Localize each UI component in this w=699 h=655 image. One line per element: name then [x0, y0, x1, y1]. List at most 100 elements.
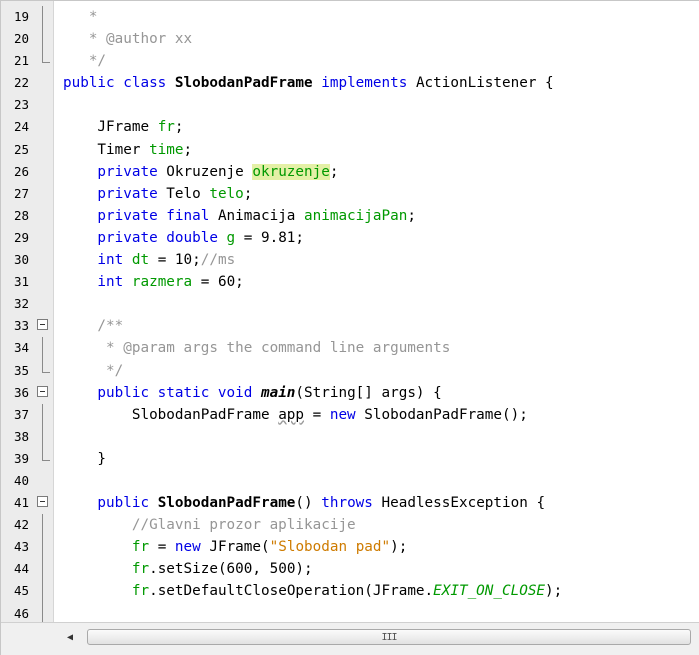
code-line[interactable]: 24 JFrame fr; [1, 116, 699, 138]
code-text[interactable]: } [63, 448, 106, 470]
code-token: HeadlessException { [381, 495, 546, 512]
line-number: 29 [13, 229, 29, 245]
scroll-left-arrow-icon[interactable]: ◀ [61, 630, 79, 646]
code-token: new [174, 539, 210, 556]
code-token: private double [63, 229, 227, 246]
code-text[interactable]: private Okruzenje okruzenje; [63, 161, 338, 183]
scrollbar-thumb[interactable]: III [87, 629, 691, 645]
fold-collapse-icon[interactable] [37, 385, 48, 397]
code-token: /** [63, 318, 124, 335]
code-text[interactable]: JFrame fr; [63, 116, 183, 138]
code-line[interactable]: 21 */ [1, 50, 699, 72]
code-line[interactable]: 19 * [1, 6, 699, 29]
code-token: = 10; [149, 252, 201, 269]
code-line[interactable]: 45 fr.setDefaultCloseOperation(JFrame.EX… [1, 580, 699, 603]
code-text[interactable]: public class SlobodanPadFrame implements… [63, 72, 554, 94]
code-token: int [63, 252, 132, 269]
code-text[interactable]: /** [63, 315, 123, 337]
code-token: fr [131, 583, 150, 600]
code-line[interactable]: 44 fr.setSize(600, 500); [1, 558, 699, 581]
code-text[interactable]: * @author xx [63, 28, 192, 50]
code-text[interactable]: int dt = 10;//ms [63, 249, 235, 271]
code-line[interactable]: 37 SlobodanPadFrame app = new SlobodanPa… [1, 403, 699, 426]
fold-guide [42, 6, 43, 29]
code-line[interactable]: 23 [1, 94, 699, 116]
code-token: ; [183, 141, 193, 158]
code-token: */ [63, 362, 124, 379]
code-editor[interactable]: 19 * 20 * @author xx 21 */ 22 public class S… [0, 0, 699, 655]
code-token: (String[] args) { [295, 384, 442, 401]
code-text[interactable]: fr = new JFrame("Slobodan pad"); [63, 536, 407, 558]
code-token: ; [407, 207, 416, 224]
code-lines[interactable]: 19 * 20 * @author xx 21 */ 22 public class S… [1, 6, 699, 625]
code-text[interactable]: * [63, 6, 98, 28]
code-token: ; [243, 185, 253, 202]
code-line[interactable]: 43 fr = new JFrame("Slobodan pad"); [1, 536, 699, 559]
code-text[interactable]: Timer time; [63, 139, 192, 161]
code-token: animacijaPan [304, 207, 408, 224]
code-token: ; [329, 163, 339, 180]
code-token: new [329, 406, 365, 423]
code-text[interactable]: //Glavni prozor aplikacije [63, 514, 356, 536]
fold-collapse-icon[interactable] [37, 319, 48, 331]
code-token: main [260, 384, 296, 401]
code-line[interactable]: 36 public static void main(String[] args… [1, 382, 699, 404]
code-text[interactable]: * @param args the command line arguments [63, 337, 450, 359]
code-line[interactable]: 38 [1, 425, 699, 448]
code-line[interactable]: 33 /** [1, 315, 699, 337]
code-line[interactable]: 20 * @author xx [1, 28, 699, 51]
code-text[interactable]: public static void main(String[] args) { [63, 382, 442, 404]
fold-guide [42, 403, 43, 426]
code-line[interactable]: 28 private final Animacija animacijaPan; [1, 205, 699, 227]
code-text[interactable]: public SlobodanPadFrame() throws Headles… [63, 492, 545, 514]
fold-end-guide [42, 359, 50, 373]
fold-guide [42, 337, 43, 360]
code-line[interactable]: 29 private double g = 9.81; [1, 227, 699, 249]
code-token: fr [157, 119, 175, 136]
code-token: "Slobodan pad" [269, 539, 391, 556]
code-text[interactable]: private double g = 9.81; [63, 227, 304, 249]
code-text[interactable]: fr.setDefaultCloseOperation(JFrame.EXIT_… [63, 580, 562, 602]
code-line[interactable]: 35 */ [1, 359, 699, 382]
line-number: 31 [13, 274, 29, 290]
code-line[interactable]: 39 } [1, 447, 699, 470]
code-token: .setDefaultCloseOperation(JFrame. [149, 583, 434, 600]
code-line[interactable]: 42 //Glavni prozor aplikacije [1, 514, 699, 537]
code-text[interactable]: private final Animacija animacijaPan; [63, 205, 416, 227]
code-line[interactable]: 26 private Okruzenje okruzenje; [1, 161, 699, 183]
line-number: 25 [13, 141, 29, 157]
line-number: 40 [13, 472, 29, 488]
code-text[interactable]: fr.setSize(600, 500); [63, 558, 313, 580]
code-token: private [63, 185, 167, 202]
code-line[interactable]: 32 [1, 293, 699, 315]
horizontal-scrollbar[interactable]: ◀ III [1, 622, 699, 655]
line-number: 23 [13, 97, 29, 113]
code-line[interactable]: 34 * @param args the command line argume… [1, 337, 699, 360]
line-number: 22 [13, 75, 29, 91]
code-line[interactable]: 22 public class SlobodanPadFrame implemen… [1, 72, 699, 94]
code-token: SlobodanPadFrame [63, 406, 279, 423]
code-line[interactable]: 27 private Telo telo; [1, 183, 699, 205]
code-line[interactable]: 40 [1, 470, 699, 492]
code-text[interactable]: private Telo telo; [63, 183, 252, 205]
code-text[interactable]: int razmera = 60; [63, 271, 243, 293]
code-line[interactable]: 30 int dt = 10;//ms [1, 249, 699, 271]
code-text[interactable]: */ [63, 360, 123, 382]
code-text[interactable]: */ [63, 50, 106, 72]
code-token: * @param args the command line arguments [63, 340, 451, 357]
code-line[interactable]: 41 public SlobodanPadFrame() throws Head… [1, 492, 699, 514]
code-token: public [63, 495, 158, 512]
fold-collapse-icon[interactable] [37, 496, 48, 508]
line-number: 34 [13, 340, 29, 356]
code-token: public class [63, 75, 175, 92]
line-number: 45 [13, 583, 29, 599]
code-token: JFrame( [209, 539, 270, 556]
code-text[interactable]: SlobodanPadFrame app = new SlobodanPadFr… [63, 404, 528, 426]
line-number: 41 [13, 495, 29, 511]
code-token: fr [131, 539, 150, 556]
code-line[interactable]: 31 int razmera = 60; [1, 271, 699, 293]
code-line[interactable]: 25 Timer time; [1, 139, 699, 161]
code-token: ActionListener { [415, 75, 554, 92]
code-token: EXIT_ON_CLOSE [433, 583, 546, 600]
